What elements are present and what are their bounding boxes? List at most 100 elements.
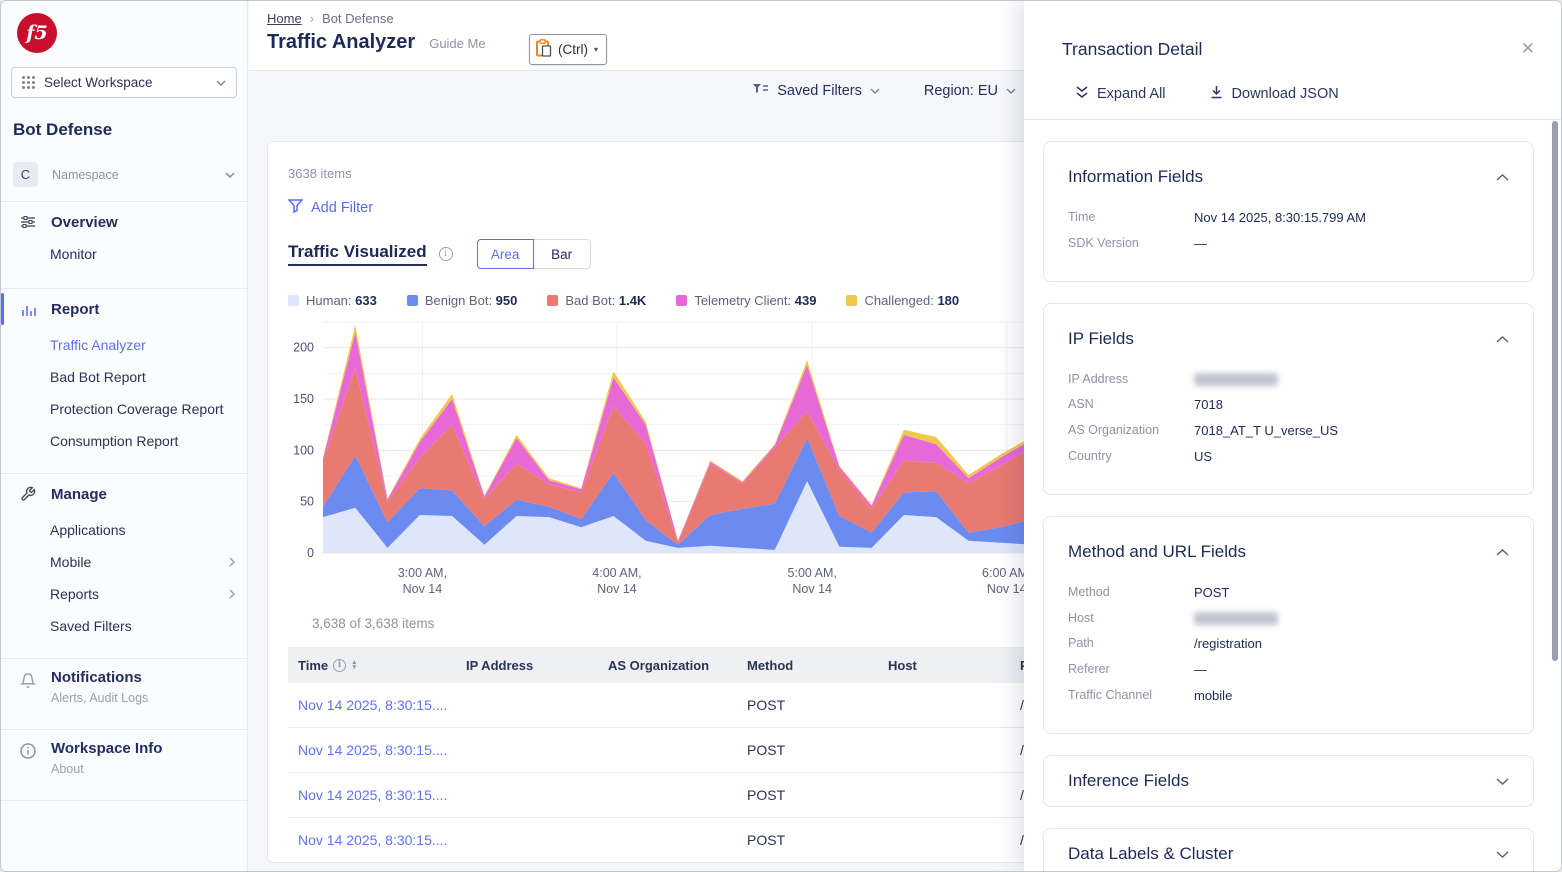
- transaction-time-link[interactable]: Nov 14 2025, 8:30:15....: [298, 742, 447, 758]
- sidebar-item-mobile[interactable]: Mobile: [1, 546, 247, 578]
- col-time[interactable]: Time i ▲▼: [288, 658, 456, 673]
- cell-time[interactable]: Nov 14 2025, 8:30:15....: [288, 742, 456, 758]
- guide-me-link[interactable]: Guide Me: [429, 36, 485, 51]
- download-json-button[interactable]: Download JSON: [1210, 85, 1339, 103]
- workspace-selector-label: Select Workspace: [44, 75, 207, 90]
- paste-options-button[interactable]: (Ctrl) ▾: [529, 34, 607, 65]
- sidebar-item-bad-bot-report[interactable]: Bad Bot Report: [1, 361, 247, 393]
- transaction-time-link[interactable]: Nov 14 2025, 8:30:15....: [298, 787, 447, 803]
- overview-icon: [19, 213, 37, 231]
- chevron-right-icon: [229, 589, 235, 599]
- region-label: Region: EU: [924, 83, 998, 99]
- col-method[interactable]: Method: [737, 658, 878, 673]
- legend-item-challenged[interactable]: Challenged: 180: [846, 293, 959, 308]
- sidebar-item-consumption-report[interactable]: Consumption Report: [1, 425, 247, 457]
- section-rows: TimeNov 14 2025, 8:30:15.799 AM SDK Versi…: [1068, 195, 1509, 281]
- traffic-visualized-title[interactable]: Traffic Visualized: [288, 242, 427, 266]
- breadcrumb-current: Bot Defense: [322, 11, 394, 26]
- legend-item-human[interactable]: Human: 633: [288, 293, 377, 308]
- sidebar-item-protection-coverage-report[interactable]: Protection Coverage Report: [1, 393, 247, 425]
- saved-filters-dropdown[interactable]: Saved Filters: [752, 83, 880, 99]
- chevron-up-icon[interactable]: [1496, 168, 1509, 186]
- divider: [1, 800, 247, 801]
- col-as-organization[interactable]: AS Organization: [598, 658, 737, 673]
- legend-item-bad-bot[interactable]: Bad Bot: 1.4K: [547, 293, 646, 308]
- legend-label: Challenged: 180: [864, 293, 959, 308]
- sidebar-item-report[interactable]: Report: [1, 289, 247, 329]
- col-label: IP Address: [466, 658, 533, 673]
- field-row: TimeNov 14 2025, 8:30:15.799 AM: [1068, 210, 1509, 225]
- sidebar-item-label: Overview: [51, 214, 118, 231]
- svg-text:200: 200: [293, 341, 314, 355]
- sidebar-item-label: Consumption Report: [50, 433, 178, 449]
- legend-label: Benign Bot: 950: [425, 293, 518, 308]
- legend-item-benign-bot[interactable]: Benign Bot: 950: [407, 293, 518, 308]
- product-title: Bot Defense: [13, 120, 247, 140]
- sidebar-item-monitor[interactable]: Monitor: [1, 242, 247, 270]
- cell-time[interactable]: Nov 14 2025, 8:30:15....: [288, 787, 456, 803]
- section-header[interactable]: IP Fields: [1068, 304, 1509, 357]
- sidebar-item-workspace-info[interactable]: Workspace InfoAbout: [1, 730, 247, 786]
- legend-swatch: [846, 295, 857, 306]
- namespace-selector[interactable]: C Namespace: [13, 162, 235, 187]
- field-label: Time: [1068, 210, 1194, 225]
- col-host[interactable]: Host: [878, 658, 1010, 673]
- sidebar-item-saved-filters[interactable]: Saved Filters: [1, 610, 247, 642]
- download-json-label: Download JSON: [1232, 86, 1339, 102]
- f5-logo-text: f5: [26, 22, 47, 44]
- col-label: Method: [747, 658, 793, 673]
- legend-item-telemetry-client[interactable]: Telemetry Client: 439: [676, 293, 816, 308]
- section-header[interactable]: Data Labels & Cluster: [1068, 829, 1509, 871]
- sidebar-item-traffic-analyzer[interactable]: Traffic Analyzer: [1, 329, 247, 361]
- breadcrumb-home-link[interactable]: Home: [267, 11, 302, 26]
- workspace-selector[interactable]: Select Workspace: [11, 67, 237, 98]
- section-title: Inference Fields: [1068, 771, 1189, 791]
- chevron-up-icon[interactable]: [1496, 543, 1509, 561]
- col-ip-address[interactable]: IP Address: [456, 658, 598, 673]
- sidebar-item-label: Notifications: [51, 669, 148, 686]
- section-header[interactable]: Information Fields: [1068, 142, 1509, 195]
- sidebar-item-sublabel: Alerts, Audit Logs: [51, 691, 148, 705]
- field-label: Host: [1068, 611, 1194, 625]
- svg-text:Nov 14: Nov 14: [403, 582, 443, 596]
- sort-icon[interactable]: ▲▼: [351, 660, 357, 670]
- field-value: —: [1194, 236, 1207, 251]
- sidebar-item-manage[interactable]: Manage: [1, 474, 247, 514]
- transaction-time-link[interactable]: Nov 14 2025, 8:30:15....: [298, 697, 447, 713]
- bar-view-button[interactable]: Bar: [534, 239, 591, 269]
- svg-text:150: 150: [293, 392, 314, 406]
- field-row: AS Organization7018_AT_T U_verse_US: [1068, 423, 1509, 438]
- sidebar-item-label: Manage: [51, 486, 107, 503]
- filter-lines-icon: [752, 83, 769, 99]
- panel-section-information-fields: Information FieldsTimeNov 14 2025, 8:30:…: [1043, 141, 1534, 282]
- chevron-up-icon[interactable]: [1496, 330, 1509, 348]
- traffic-chart[interactable]: 3:00 AM,Nov 144:00 AM,Nov 145:00 AM,Nov …: [288, 312, 1048, 597]
- field-label: Method: [1068, 585, 1194, 600]
- sidebar-item-applications[interactable]: Applications: [1, 514, 247, 546]
- sidebar-item-reports[interactable]: Reports: [1, 578, 247, 610]
- panel-scrollbar-thumb[interactable]: [1552, 121, 1558, 661]
- area-view-button[interactable]: Area: [477, 239, 534, 269]
- sidebar-item-overview[interactable]: Overview: [1, 202, 247, 242]
- chevron-down-icon[interactable]: [1496, 772, 1509, 790]
- expand-all-label: Expand All: [1097, 86, 1166, 102]
- toolbar: Saved Filters Region: EU: [249, 83, 1016, 99]
- section-header[interactable]: Inference Fields: [1068, 756, 1509, 806]
- expand-all-button[interactable]: Expand All: [1076, 85, 1166, 103]
- page-title: Traffic Analyzer: [267, 31, 415, 54]
- svg-text:5:00 AM,: 5:00 AM,: [788, 566, 837, 580]
- field-label: SDK Version: [1068, 236, 1194, 251]
- chevron-down-icon[interactable]: [1496, 845, 1509, 863]
- cell-time[interactable]: Nov 14 2025, 8:30:15....: [288, 832, 456, 848]
- transaction-time-link[interactable]: Nov 14 2025, 8:30:15....: [298, 832, 447, 848]
- cell-method: POST: [737, 787, 878, 803]
- chevron-down-icon: [216, 80, 226, 86]
- legend-label: Telemetry Client: 439: [694, 293, 816, 308]
- sidebar-item-notifications[interactable]: Notifications Alerts, Audit Logs: [1, 659, 247, 715]
- cell-time[interactable]: Nov 14 2025, 8:30:15....: [288, 697, 456, 713]
- legend-label: Bad Bot: 1.4K: [565, 293, 646, 308]
- section-header[interactable]: Method and URL Fields: [1068, 517, 1509, 570]
- field-value: 7018: [1194, 397, 1223, 412]
- close-icon[interactable]: ✕: [1521, 39, 1535, 59]
- region-dropdown[interactable]: Region: EU: [924, 83, 1016, 99]
